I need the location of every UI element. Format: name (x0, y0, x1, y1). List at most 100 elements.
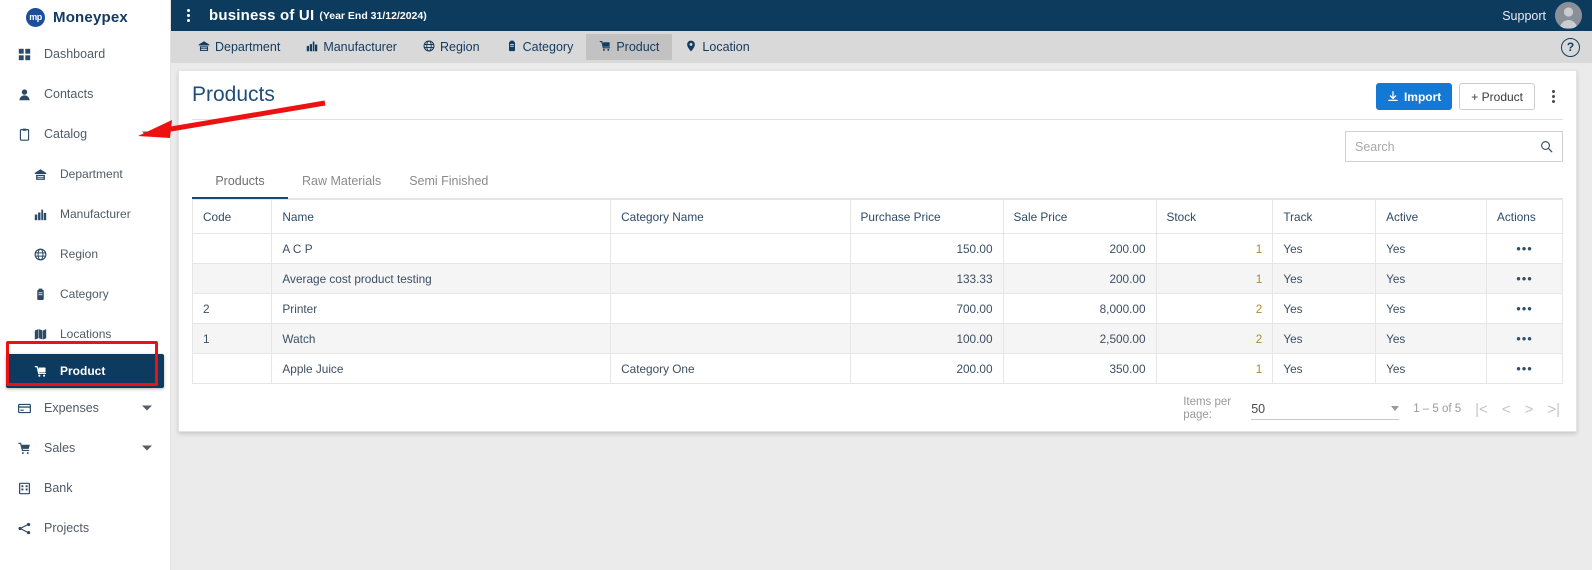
location-pin-icon (687, 40, 696, 51)
module-nav-item-location[interactable]: Location (672, 34, 762, 60)
sidebar-item-department[interactable]: Department (0, 154, 170, 194)
search-icon[interactable] (1540, 140, 1553, 153)
tab-products[interactable]: Products (192, 174, 288, 199)
sidebar-item-dashboard[interactable]: Dashboard (0, 34, 170, 74)
kebab-vertical-icon[interactable] (177, 9, 199, 22)
module-nav-item-label: Category (522, 40, 574, 54)
cell-active: Yes (1375, 233, 1488, 264)
column-header-name: Name (271, 199, 612, 234)
download-icon (1388, 90, 1398, 101)
category-icon (506, 40, 518, 55)
support-link[interactable]: Support (1502, 9, 1546, 23)
tab-label: Semi Finished (409, 174, 489, 188)
expenses-icon (18, 402, 38, 415)
cell-actions[interactable]: ••• (1486, 233, 1563, 264)
sidebar-item-catalog[interactable]: Catalog (0, 114, 170, 154)
cell-name: A C P (271, 233, 612, 264)
cell-category (610, 293, 851, 324)
content-tabs: Products Raw Materials Semi Finished (179, 174, 1576, 199)
sidebar-item-category[interactable]: Category (0, 274, 170, 314)
module-nav-item-department[interactable]: Department (185, 34, 293, 60)
card-overflow-menu-icon[interactable] (1544, 90, 1562, 103)
search-input[interactable] (1355, 139, 1540, 154)
year-end-label: (Year End 31/12/2024) (319, 9, 427, 22)
projects-icon (18, 522, 38, 535)
chevron-down-icon[interactable] (142, 445, 152, 451)
import-button[interactable]: Import (1375, 83, 1453, 110)
next-page-button[interactable]: > (1525, 401, 1534, 418)
region-icon (423, 40, 435, 55)
cell-purchase: 133.33 (849, 263, 1004, 294)
catalog-icon (18, 128, 38, 141)
cell-actions[interactable]: ••• (1486, 353, 1563, 384)
avatar[interactable] (1555, 2, 1582, 29)
sidebar-item-manufacturer[interactable]: Manufacturer (0, 194, 170, 234)
cell-actions[interactable]: ••• (1486, 263, 1563, 294)
module-nav-items: Department Manufacturer Region Category Prod… (185, 34, 763, 60)
cell-code: 2 (191, 293, 273, 324)
tab-semi-finished[interactable]: Semi Finished (395, 174, 502, 199)
tab-label: Raw Materials (302, 174, 382, 188)
sidebar-item-region[interactable]: Region (0, 234, 170, 274)
sidebar: mp Moneypex Dashboard Contacts Catalog Depa… (0, 0, 171, 570)
cell-name: Printer (271, 293, 612, 324)
module-nav-item-label: Product (616, 40, 660, 54)
cell-stock: 2 (1155, 293, 1274, 324)
category-icon (508, 40, 515, 51)
cell-code: 1 (191, 323, 273, 354)
column-header-stock: Stock (1155, 199, 1274, 234)
cell-track: Yes (1272, 263, 1377, 294)
contacts-icon (18, 88, 38, 101)
items-per-page-select[interactable]: 50 (1251, 399, 1400, 420)
prev-page-button[interactable]: < (1502, 401, 1511, 418)
module-nav-item-category[interactable]: Category (493, 34, 587, 60)
sidebar-item-locations[interactable]: Locations (0, 314, 170, 354)
table-row[interactable]: 1 Watch 100.00 2,500.00 2 Yes Yes ••• (191, 323, 1563, 354)
dashboard-icon (18, 48, 31, 60)
cell-track: Yes (1272, 323, 1377, 354)
chevron-down-icon[interactable] (142, 405, 152, 411)
contacts-icon (19, 88, 30, 100)
column-header-code: Code (191, 199, 273, 234)
search-box[interactable] (1345, 131, 1563, 162)
manufacturer-icon (34, 208, 54, 221)
cell-name: Average cost product testing (271, 263, 612, 294)
tab-raw-materials[interactable]: Raw Materials (288, 174, 395, 199)
sidebar-item-bank[interactable]: Bank (0, 468, 170, 508)
sidebar-item-contacts[interactable]: Contacts (0, 74, 170, 114)
pagination-buttons: |< < > >| (1475, 401, 1560, 418)
bank-icon (19, 482, 30, 494)
cell-actions[interactable]: ••• (1486, 293, 1563, 324)
top-bar: business of UI (Year End 31/12/2024) Sup… (171, 0, 1592, 31)
cell-actions[interactable]: ••• (1486, 323, 1563, 354)
module-nav-item-region[interactable]: Region (410, 34, 493, 60)
page-title: Products (192, 83, 275, 106)
sidebar-item-projects[interactable]: Projects (0, 508, 170, 548)
chevron-down-icon[interactable] (142, 131, 152, 137)
cell-category (610, 263, 851, 294)
last-page-button[interactable]: >| (1547, 401, 1560, 418)
table-row[interactable]: Average cost product testing 133.33 200.00… (191, 263, 1563, 294)
sidebar-item-product[interactable]: Product (6, 354, 164, 388)
add-product-button[interactable]: + Product (1459, 83, 1535, 110)
user-avatar-icon (1555, 2, 1582, 29)
chevron-down-icon (1391, 406, 1400, 411)
module-nav-item-label: Department (215, 40, 281, 54)
brand-logo[interactable]: mp Moneypex (0, 0, 170, 34)
department-icon (198, 40, 210, 55)
module-nav-item-manufacturer[interactable]: Manufacturer (293, 34, 410, 60)
cell-category: Category One (610, 353, 851, 384)
table-row[interactable]: Apple Juice Category One 200.00 350.00 1 Yes Y… (191, 353, 1563, 384)
cell-sale: 350.00 (1002, 353, 1157, 384)
module-nav-item-product[interactable]: Product (586, 34, 673, 60)
sidebar-item-expenses[interactable]: Expenses (0, 388, 170, 428)
table-row[interactable]: 2 Printer 700.00 8,000.00 2 Yes Yes ••• (191, 293, 1563, 324)
table-row[interactable]: A C P 150.00 200.00 1 Yes Yes ••• (191, 233, 1563, 264)
module-nav-item-label: Region (439, 40, 480, 54)
sidebar-item-sales[interactable]: Sales (0, 428, 170, 468)
first-page-button[interactable]: |< (1475, 401, 1488, 418)
help-icon[interactable]: ? (1561, 37, 1580, 57)
business-title: business of UI (209, 7, 315, 24)
manufacturer-icon (34, 209, 47, 220)
sidebar-item-label: Bank (44, 481, 73, 495)
